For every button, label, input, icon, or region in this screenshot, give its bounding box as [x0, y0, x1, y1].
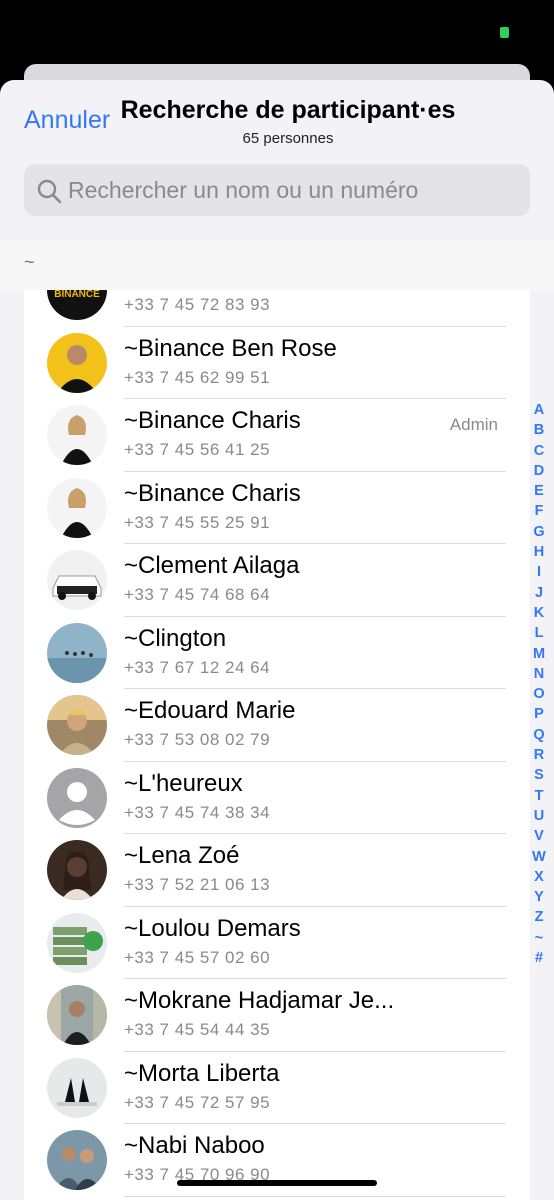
- contact-name: ~Binance Charis: [124, 479, 301, 507]
- contact-row[interactable]: ~L'heureux +33 7 45 74 38 34: [24, 762, 530, 834]
- contact-row[interactable]: ~Edouard Marie +33 7 53 08 02 79: [24, 689, 530, 762]
- contact-name: ~Nabi Naboo: [124, 1132, 265, 1159]
- contact-name: ~Clement Ailaga: [124, 552, 300, 579]
- home-indicator[interactable]: [177, 1180, 377, 1186]
- avatar: [47, 840, 107, 900]
- contact-phone: +33 7 45 56 41 25: [124, 440, 271, 459]
- index-letter[interactable]: B: [528, 420, 550, 440]
- index-letter[interactable]: O: [528, 684, 550, 704]
- index-letter[interactable]: I: [528, 562, 550, 582]
- index-letter[interactable]: Z: [528, 907, 550, 927]
- contact-row[interactable]: ~Binance Charis +33 7 45 55 25 91: [24, 472, 530, 544]
- avatar: [47, 477, 107, 538]
- index-letter[interactable]: Q: [528, 725, 550, 745]
- contact-phone: +33 7 45 57 02 60: [124, 947, 271, 967]
- index-letter[interactable]: M: [528, 644, 550, 664]
- contact-phone: +33 7 52 21 06 13: [124, 875, 271, 894]
- section-label: ~: [24, 252, 35, 272]
- index-letter[interactable]: G: [528, 522, 550, 542]
- index-letter[interactable]: U: [528, 806, 550, 826]
- index-letter[interactable]: L: [528, 623, 550, 643]
- svg-text:BINANCE: BINANCE: [54, 290, 100, 300]
- avatar: BINANCE: [47, 290, 107, 320]
- contact-phone: +33 7 53 08 02 79: [124, 730, 271, 749]
- contact-row[interactable]: ~Morta Liberta +33 7 45 72 57 95: [24, 1052, 530, 1124]
- index-letter[interactable]: T: [528, 786, 550, 806]
- section-header: ~: [0, 240, 554, 290]
- contact-row[interactable]: ~Loulou Demars +33 7 45 57 02 60: [24, 907, 530, 979]
- avatar: [47, 1130, 107, 1190]
- index-letter[interactable]: A: [528, 400, 550, 420]
- avatar: [47, 912, 107, 973]
- contact-row[interactable]: BINANCE~Binance+33 7 45 72 83 93Admin: [24, 290, 530, 327]
- status-indicator: [500, 27, 509, 38]
- index-letter[interactable]: R: [528, 745, 550, 765]
- avatar: [47, 332, 107, 393]
- search-bar[interactable]: [24, 164, 530, 216]
- contact-name: ~Edouard Marie: [124, 697, 296, 724]
- contact-phone: +33 7 45 55 25 91: [124, 512, 271, 532]
- index-letter[interactable]: X: [528, 867, 550, 887]
- avatar: [47, 622, 107, 683]
- contact-name: ~Binance Ben Rose: [124, 334, 337, 362]
- index-letter[interactable]: J: [528, 583, 550, 603]
- search-input[interactable]: [68, 164, 518, 216]
- avatar: [47, 695, 107, 755]
- contact-phone: +33 7 45 72 83 93: [124, 295, 271, 314]
- page-title: Recherche de participant·es: [120, 96, 456, 124]
- contact-phone: +33 7 45 74 68 64: [124, 585, 271, 604]
- index-letter[interactable]: Y: [528, 887, 550, 907]
- index-letter[interactable]: K: [528, 603, 550, 623]
- index-letter[interactable]: C: [528, 441, 550, 461]
- contact-phone: +33 7 45 72 57 95: [124, 1092, 271, 1112]
- contact-row[interactable]: ~Binance Ben Rose +33 7 45 62 99 51: [24, 327, 530, 399]
- participant-count: 65 personnes: [242, 130, 334, 147]
- contact-name: ~Lena Zoé: [124, 842, 240, 869]
- contact-name: ~Loulou Demars: [124, 914, 301, 942]
- contact-name: ~Binance Charis: [124, 407, 301, 434]
- contact-list[interactable]: BINANCE~Binance+33 7 45 72 83 93Admin~Bi…: [24, 290, 530, 1200]
- index-letter[interactable]: #: [528, 948, 550, 968]
- index-letter[interactable]: P: [528, 704, 550, 724]
- index-letter[interactable]: F: [528, 501, 550, 521]
- alphabet-index[interactable]: A B C D E F G H I J K L M N O P Q R S T U V W X Y Z ~ #: [528, 400, 550, 968]
- avatar: [47, 1057, 107, 1118]
- index-letter[interactable]: V: [528, 826, 550, 846]
- avatar: [47, 405, 107, 465]
- contact-name: ~Morta Liberta: [124, 1059, 280, 1087]
- row-divider: [124, 1195, 506, 1197]
- contact-row[interactable]: ~Mokrane Hadjamar Je... +33 7 45 54 44 35: [24, 979, 530, 1052]
- contact-name: ~L'heureux: [124, 769, 243, 797]
- sheet-header: Annuler Recherche de participant·es 65 p…: [0, 80, 554, 160]
- search-icon: [37, 179, 62, 204]
- index-letter[interactable]: H: [528, 542, 550, 562]
- avatar: [47, 550, 107, 610]
- participants-sheet: Annuler Recherche de participant·es 65 p…: [0, 80, 554, 1200]
- contact-row[interactable]: ~Binance Charis +33 7 45 56 41 25 Admin: [24, 399, 530, 472]
- index-letter[interactable]: N: [528, 664, 550, 684]
- contact-phone: +33 7 67 12 24 64: [124, 657, 271, 677]
- contact-row[interactable]: ~Lena Zoé +33 7 52 21 06 13: [24, 834, 530, 907]
- avatar: [47, 767, 107, 828]
- index-letter[interactable]: S: [528, 765, 550, 785]
- index-letter[interactable]: E: [528, 481, 550, 501]
- contact-row[interactable]: ~Clington +33 7 67 12 24 64: [24, 617, 530, 689]
- contact-name: ~Clington: [124, 624, 227, 652]
- avatar: [47, 985, 107, 1045]
- contact-row[interactable]: ~Clement Ailaga +33 7 45 74 68 64: [24, 544, 530, 617]
- contact-name: ~Mokrane Hadjamar Je...: [124, 987, 395, 1014]
- index-letter[interactable]: D: [528, 461, 550, 481]
- contact-phone: +33 7 45 74 38 34: [124, 802, 271, 822]
- contact-list-track: BINANCE~Binance+33 7 45 72 83 93Admin~Bi…: [24, 290, 530, 1197]
- admin-badge: Admin: [449, 415, 498, 434]
- index-letter[interactable]: ~: [528, 928, 550, 948]
- index-letter[interactable]: W: [528, 847, 550, 867]
- contact-phone: +33 7 45 62 99 51: [124, 367, 271, 387]
- contact-phone: +33 7 45 54 44 35: [124, 1020, 271, 1039]
